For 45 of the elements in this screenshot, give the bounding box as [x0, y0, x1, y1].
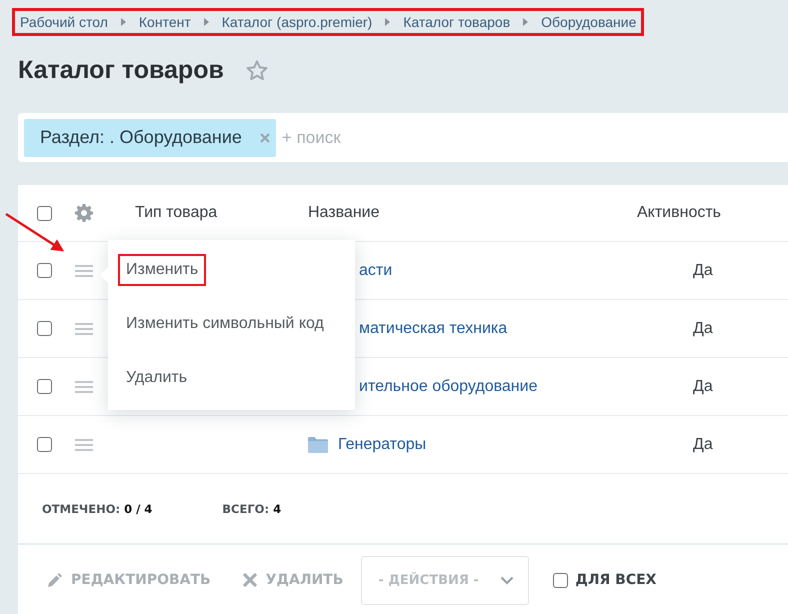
column-header[interactable]: Название [308, 204, 380, 222]
breadcrumb-link[interactable]: Каталог (aspro.premier) [222, 14, 372, 30]
menu-item[interactable]: Изменить [118, 254, 206, 286]
menu-item[interactable]: Удалить [118, 362, 196, 394]
chevron-icon [120, 18, 126, 26]
checkbox[interactable] [37, 206, 52, 220]
breadcrumb-link[interactable]: Рабочий стол [20, 14, 108, 30]
item-link[interactable]: матическая техника [359, 320, 508, 338]
total-count: ВСЕГО: 4 [222, 502, 282, 516]
checkbox[interactable] [37, 437, 52, 452]
checkbox[interactable] [37, 321, 52, 336]
table-cell: Да [693, 378, 713, 394]
star-icon[interactable] [246, 60, 268, 80]
checkbox[interactable] [37, 263, 52, 278]
menu-icon[interactable] [75, 380, 93, 394]
breadcrumb-link[interactable]: Каталог товаров [403, 14, 510, 30]
chevron-icon [204, 18, 209, 26]
table-cell: Да [693, 320, 713, 336]
chevron-down-icon [500, 576, 514, 584]
menu-icon[interactable] [75, 322, 93, 336]
table-cell: Да [693, 436, 713, 452]
close-icon[interactable] [260, 132, 270, 142]
pencil-icon [48, 573, 62, 587]
checkbox[interactable] [37, 379, 52, 394]
checkbox-label: ДЛЯ ВСЕХ [575, 572, 656, 588]
table-cell: Да [693, 262, 713, 278]
chevron-icon [523, 18, 528, 26]
item-link[interactable]: ительное оборудование [359, 378, 538, 396]
breadcrumb-link[interactable]: Оборудование [541, 14, 636, 30]
filter-tag-label: Раздел: . Оборудование [40, 127, 242, 148]
checkbox[interactable] [553, 572, 568, 588]
page-title: Каталог товаров [18, 56, 224, 84]
selected-count: ОТМЕЧЕНО: 0 / 4 [42, 502, 152, 516]
column-header[interactable]: Тип товара [135, 204, 218, 221]
column-header[interactable]: Активность [637, 204, 722, 221]
item-link[interactable]: асти [359, 262, 392, 280]
settings-icon[interactable] [75, 204, 93, 222]
item-link[interactable]: Генераторы [338, 436, 426, 454]
menu-icon[interactable] [75, 438, 93, 452]
breadcrumb-link[interactable]: Контент [138, 14, 191, 30]
chevron-icon [385, 18, 390, 26]
menu-icon[interactable] [75, 264, 93, 278]
close-icon [242, 573, 257, 587]
menu-item[interactable]: Изменить символьный код [118, 308, 332, 340]
folder-icon [308, 436, 328, 453]
